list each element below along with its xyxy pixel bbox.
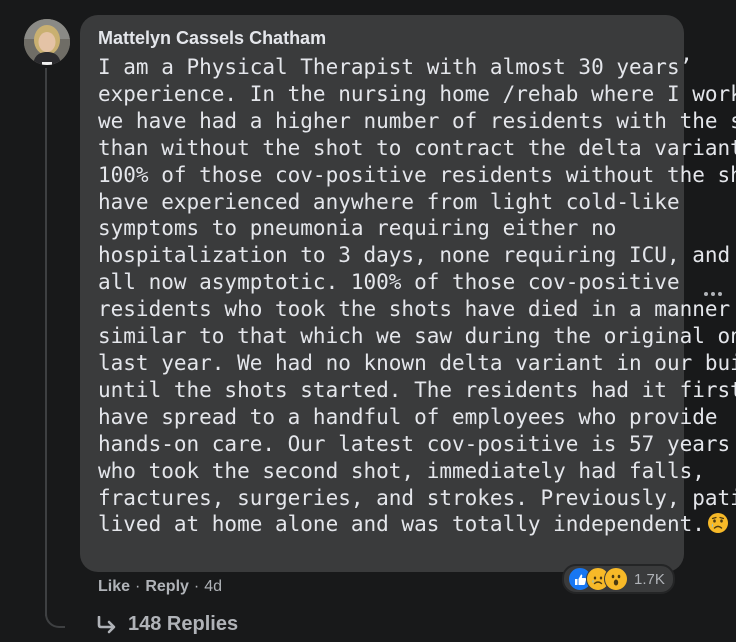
comment-body: I am a Physical Therapist with almost 30… bbox=[98, 54, 736, 541]
sad-tear-emoji-icon bbox=[707, 512, 729, 541]
comment-line: last year. We had no known delta variant… bbox=[98, 350, 736, 375]
reaction-summary[interactable]: 1.7K bbox=[562, 564, 675, 594]
comment-line: all now asymptotic. 100% of those cov-po… bbox=[98, 270, 680, 295]
wow-reaction-icon bbox=[604, 567, 628, 591]
comment-thread: Mattelyn Cassels Chatham I am a Physical… bbox=[0, 0, 736, 642]
more-options-icon[interactable] bbox=[699, 287, 727, 301]
avatar-photo bbox=[24, 19, 70, 65]
thread-connector-curve bbox=[45, 596, 65, 628]
replies-count-label: 148 Replies bbox=[128, 613, 239, 635]
comment-line: residents who took the shots have died i… bbox=[98, 297, 731, 322]
action-separator: · bbox=[135, 578, 141, 595]
reaction-icons bbox=[568, 567, 628, 591]
comment-line: experience. In the nursing home /rehab w… bbox=[98, 81, 736, 106]
avatar[interactable] bbox=[24, 19, 70, 65]
comment-line: similar to that which we saw during the … bbox=[98, 324, 736, 349]
comment-line: hands-on care. Our latest cov-positive i… bbox=[98, 431, 736, 456]
reaction-count: 1.7K bbox=[634, 570, 665, 588]
comment-line: than without the shot to contract the de… bbox=[98, 135, 736, 160]
comment-line: 100% of those cov-positive residents wit… bbox=[98, 162, 736, 187]
comment-actions: Like · Reply · 4d bbox=[98, 578, 222, 596]
comment-line: fractures, surgeries, and strokes. Previ… bbox=[98, 485, 736, 510]
reply-arrow-icon bbox=[96, 615, 118, 634]
action-separator: · bbox=[193, 578, 200, 595]
view-replies-link[interactable]: 148 Replies bbox=[96, 613, 238, 636]
reply-button[interactable]: Reply bbox=[145, 578, 189, 596]
comment-line: who took the second shot, immediately ha… bbox=[98, 458, 705, 483]
comment-line: until the shots started. The residents h… bbox=[98, 377, 736, 402]
comment-timestamp[interactable]: 4d bbox=[204, 578, 222, 596]
comment-line: we have had a higher number of residents… bbox=[98, 108, 736, 133]
comment-line: hospitalization to 3 days, none requirin… bbox=[98, 243, 736, 268]
thread-connector-line bbox=[45, 68, 47, 616]
comment-line: have spread to a handful of employees wh… bbox=[98, 404, 718, 429]
comment-line: have experienced anywhere from light col… bbox=[98, 189, 680, 214]
like-button[interactable]: Like bbox=[98, 578, 130, 596]
comment-line: I am a Physical Therapist with almost 30… bbox=[98, 55, 693, 79]
comment-author-name[interactable]: Mattelyn Cassels Chatham bbox=[98, 28, 326, 49]
comment-line: symptoms to pneumonia requiring either n… bbox=[98, 216, 617, 241]
comment-line: lived at home alone and was totally inde… bbox=[98, 512, 705, 537]
